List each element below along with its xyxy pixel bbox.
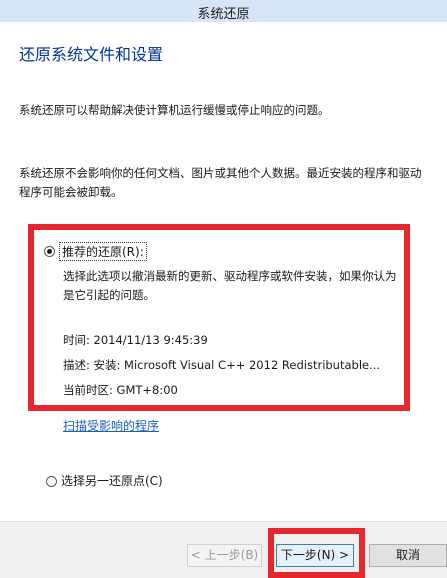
intro-text: 系统还原可以帮助解决使计算机运行缓慢或停止响应的问题。 [19, 103, 330, 117]
title-bar[interactable]: 系统还原 [0, 0, 447, 22]
next-button[interactable]: 下一步(N) > [276, 544, 354, 567]
page-heading: 还原系统文件和设置 [19, 45, 164, 64]
system-restore-window: 系统还原 还原系统文件和设置 系统还原可以帮助解决使计算机运行缓慢或停止响应的问… [0, 0, 447, 578]
other-restore-point-radio[interactable] [46, 476, 57, 487]
back-button[interactable]: < 上一步(B) [187, 544, 262, 567]
current-timezone: 当前时区: GMT+8:00 [63, 383, 178, 397]
recommended-description: 选择此选项以撤消最新的更新、驱动程序或软件安装，如果你认为是它引起的问题。 [63, 269, 397, 302]
notice-text: 系统还原不会影响你的任何文档、图片或其他个人数据。最近安装的程序和驱动程序可能会… [19, 166, 422, 199]
other-restore-point-label[interactable]: 选择另一还原点(C) [61, 472, 163, 489]
recommended-restore-radio[interactable] [44, 246, 55, 257]
scan-affected-programs-link[interactable]: 扫描受影响的程序 [63, 417, 159, 434]
restore-time: 时间: 2014/11/13 9:45:39 [63, 333, 208, 347]
restore-description: 描述: 安装: Microsoft Visual C++ 2012 Redist… [63, 358, 381, 372]
cancel-button[interactable]: 取消 [369, 544, 447, 567]
recommended-restore-label[interactable]: 推荐的还原(R): [59, 242, 147, 261]
window-title: 系统还原 [197, 7, 250, 22]
